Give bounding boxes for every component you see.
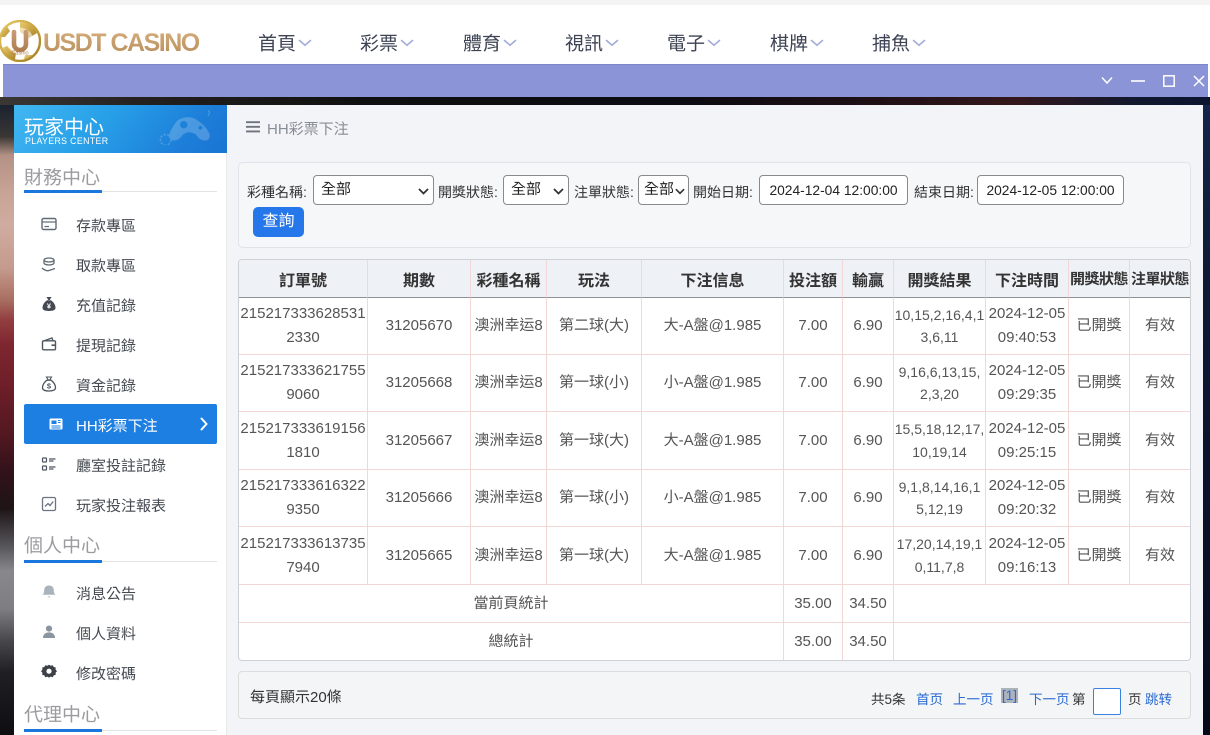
svg-text:$: $ [47,382,52,391]
svg-text:Casino: Casino [11,51,28,57]
